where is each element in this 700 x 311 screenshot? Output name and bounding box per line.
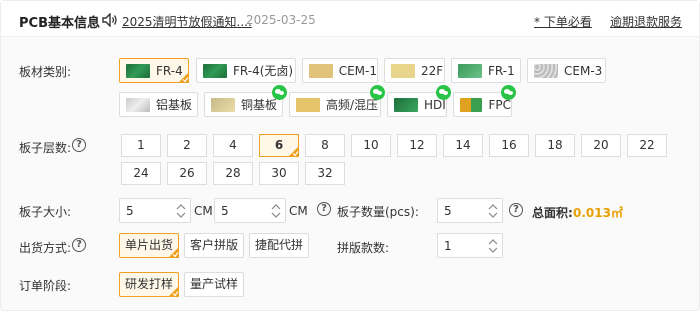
height-value: 5 [221,204,229,218]
material-option-fr1[interactable]: FR-1 [451,58,521,83]
help-icon[interactable]: ? [509,203,523,217]
material-option-label: CEM-1 [338,63,377,78]
layer-option-16[interactable]: 16 [489,134,529,157]
copper-board-icon [211,97,235,112]
aluminum-board-icon [126,97,150,112]
notice-link[interactable]: 2025清明节放假通知.... [122,13,252,30]
wechat-icon [370,85,385,100]
material-option-label: 铜基板 [241,98,278,112]
panel-count-label: 拼版款数: [337,241,390,255]
panel-count-value: 1 [444,239,452,253]
wechat-icon [436,85,451,100]
stepper-arrows-icon[interactable] [486,237,500,255]
notice-date: 2025-03-25 [246,13,316,27]
shipping-label: 出货方式: [19,241,72,255]
layer-option-18[interactable]: 18 [535,134,575,157]
material-option-label: FR-4(无卤) [233,64,294,78]
material-option-label: 22F [421,63,444,78]
stage-option-rd-sample[interactable]: 研发打样 [119,272,179,297]
width-stepper[interactable]: 5 [119,198,191,223]
height-stepper[interactable]: 5 [214,198,286,223]
help-icon[interactable]: ? [317,202,331,216]
stepper-arrows-icon[interactable] [486,202,500,220]
quantity-label: 板子数量(pcs): [337,205,419,219]
size-label: 板子大小: [19,205,72,219]
layer-option-22[interactable]: 22 [627,134,667,157]
material-option-cem1[interactable]: CEM-1 [302,58,378,83]
green-board-icon [126,63,150,78]
material-option-high-frequency[interactable]: 高频/混压 [289,85,385,117]
shipping-option-single[interactable]: 单片出货 [119,233,179,258]
layer-option-24[interactable]: 24 [121,162,161,185]
green-board-icon [203,63,227,78]
panel-title: PCB基本信息 [19,16,100,31]
fpc-board-icon [460,97,483,112]
layers-label: 板子层数: [19,141,72,155]
layer-option-28[interactable]: 28 [213,162,253,185]
shipping-option-label: 单片出货 [124,238,173,252]
material-option-fr4-halogen-free[interactable]: FR-4(无卤) [196,58,296,83]
material-option-label: 铝基板 [156,98,193,112]
total-area-value: 0.013㎡ [573,206,623,220]
wechat-icon [272,85,287,100]
panel-header: PCB基本信息 2025清明节放假通知.... 2025-03-25 * 下单必… [1,1,699,37]
material-label: 板材类别: [19,65,72,79]
material-option-cem3[interactable]: CEM-3 [527,58,606,83]
stage-label: 订单阶段: [19,279,72,293]
material-option-copper[interactable]: 铜基板 [204,85,287,117]
material-option-label: 高频/混压 [326,98,379,112]
help-icon[interactable]: ? [72,138,86,152]
layer-option-8[interactable]: 8 [305,134,345,157]
speaker-icon [102,13,117,27]
layer-option-30[interactable]: 30 [259,162,299,185]
layer-option-26[interactable]: 26 [167,162,207,185]
stepper-arrows-icon[interactable] [174,202,188,220]
layer-option-1[interactable]: 1 [121,134,161,157]
layer-option-6[interactable]: 6 [259,134,299,157]
layer-option-4[interactable]: 4 [213,134,253,157]
pcb-basic-info-panel: PCB基本信息 2025清明节放假通知.... 2025-03-25 * 下单必… [0,0,700,311]
material-option-22f[interactable]: 22F [384,58,445,83]
material-option-hdi[interactable]: HDI [387,85,451,117]
quantity-value: 5 [444,204,452,218]
width-unit: CM [194,204,213,218]
gray-board-icon [534,63,558,78]
layer-option-label: 6 [274,138,284,152]
height-unit: CM [289,204,308,218]
stage-option-mass-trial[interactable]: 量产试样 [184,272,244,297]
material-option-aluminum[interactable]: 铝基板 [119,92,198,117]
material-option-label: FR-1 [488,63,515,78]
shipping-option-customer-panel[interactable]: 客户拼版 [184,233,244,258]
help-icon[interactable]: ? [72,238,86,252]
quantity-stepper[interactable]: 5 [437,198,503,223]
stepper-arrows-icon[interactable] [269,202,283,220]
wechat-icon [501,85,516,100]
yellow-board-icon [391,63,415,78]
layer-option-14[interactable]: 14 [443,134,483,157]
selected-corner-check-icon [168,286,179,297]
material-option-label: CEM-3 [564,63,603,78]
layer-option-12[interactable]: 12 [397,134,437,157]
total-area-label: 总面积: [532,206,573,220]
green-board-icon [458,63,482,78]
green-board-icon [394,97,418,112]
yellow-board-icon [309,63,333,78]
overdue-refund-link[interactable]: 逾期退款服务 [610,13,682,30]
width-value: 5 [126,204,134,218]
selected-corner-check-icon [168,247,179,258]
order-must-read-link[interactable]: * 下单必看 [534,13,592,30]
shipping-option-jiepei-panel[interactable]: 捷配代拼 [249,233,309,258]
stage-option-label: 研发打样 [124,277,173,291]
layer-option-2[interactable]: 2 [167,134,207,157]
panel-count-stepper[interactable]: 1 [437,233,503,258]
material-option-fr4[interactable]: FR-4 [119,58,189,83]
layer-option-10[interactable]: 10 [351,134,391,157]
selected-corner-check-icon [178,72,189,83]
layer-option-20[interactable]: 20 [581,134,621,157]
selected-corner-check-icon [288,146,299,157]
layer-option-32[interactable]: 32 [305,162,345,185]
material-option-fpc[interactable]: FPC [453,85,516,117]
yellow-board-icon [296,97,320,112]
